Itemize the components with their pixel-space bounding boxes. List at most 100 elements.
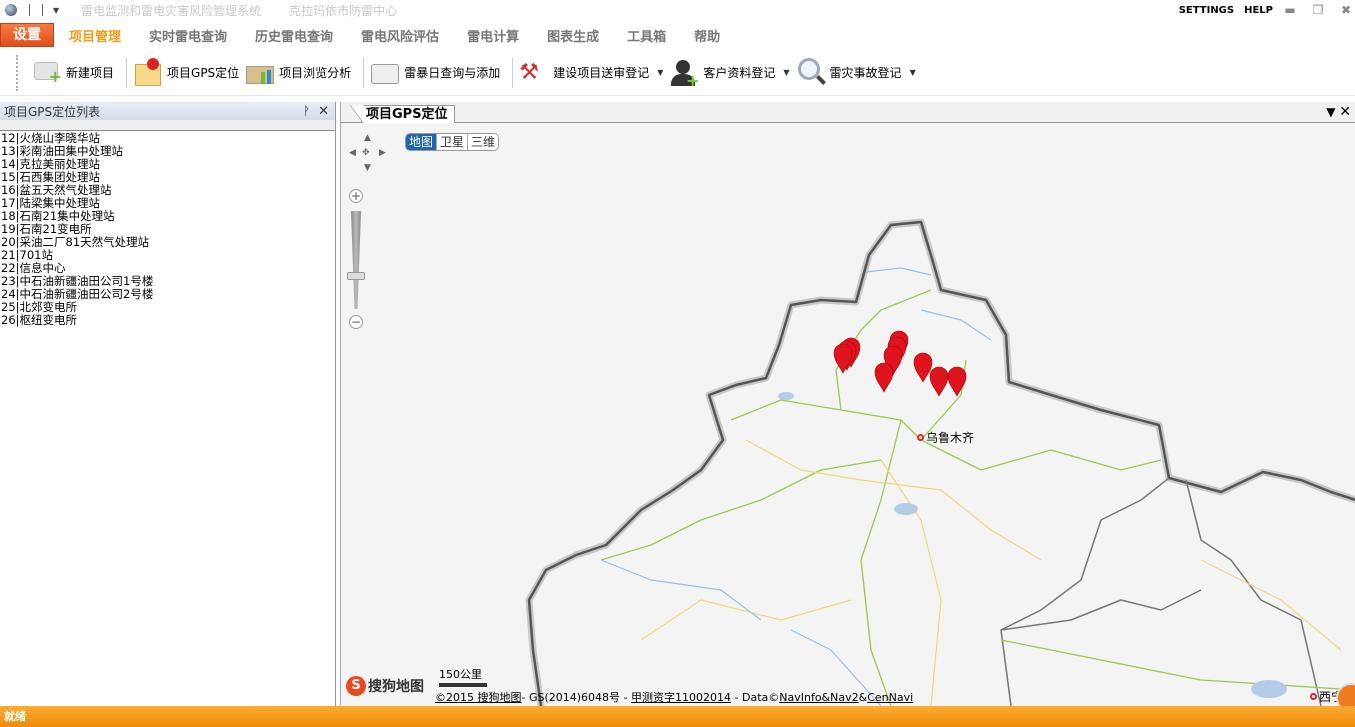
divider bbox=[42, 4, 43, 16]
pan-right-icon[interactable]: ▶ bbox=[379, 148, 386, 158]
folder-chart-icon bbox=[245, 58, 275, 88]
menu-help[interactable]: 帮助 bbox=[694, 26, 720, 45]
magnifier-chart-icon bbox=[796, 57, 826, 88]
user-add-icon: + bbox=[669, 58, 699, 90]
map-type-switcher: 地图 卫星 三维 bbox=[405, 133, 500, 151]
menu-realtime-lightning[interactable]: 实时雷电查询 bbox=[149, 26, 227, 45]
pan-left-icon[interactable]: ◀ bbox=[349, 148, 356, 158]
menu-risk-assessment[interactable]: 雷电风险评估 bbox=[361, 26, 439, 45]
map-view[interactable]: ▲ ◀ ✥ ▶ ▼ 地图 卫星 三维 + − 乌鲁木齐 西宁 S 搜狗地图 150… bbox=[341, 123, 1355, 706]
app-title: 雷电监测和雷电灾害风险管理系统 bbox=[81, 3, 262, 18]
tab-gps-locate[interactable]: 项目GPS定位 bbox=[350, 105, 455, 124]
sogou-logo-icon: S bbox=[346, 676, 366, 696]
thunderstorm-day-button[interactable]: 雷暴日查询与添加 bbox=[370, 53, 500, 93]
tab-list-dropdown-icon[interactable]: ▼ bbox=[1326, 105, 1335, 119]
project-marker-icon[interactable] bbox=[913, 352, 933, 383]
menu-chart-generation[interactable]: 图表生成 bbox=[547, 26, 599, 45]
org-title: 克拉玛依市防雷中心 bbox=[289, 3, 398, 18]
project-marker-icon[interactable] bbox=[929, 366, 949, 397]
map-panel: 项目GPS定位 ▼ ✕ ▲ ◀ ✥ ▶ ▼ 地图 卫星 三维 + − 乌鲁木齐 … bbox=[340, 102, 1355, 706]
app-logo-icon[interactable] bbox=[5, 4, 17, 16]
dropdown-arrow-icon[interactable]: ▼ bbox=[657, 68, 663, 77]
menu-lightning-calc[interactable]: 雷电计算 bbox=[467, 26, 519, 45]
city-label-urumqi[interactable]: 乌鲁木齐 bbox=[917, 429, 974, 446]
map-navigation-control: ▲ ◀ ✥ ▶ ▼ 地图 卫星 三维 + − bbox=[343, 127, 523, 329]
project-marker-icon[interactable] bbox=[947, 366, 967, 397]
river bbox=[600, 267, 992, 706]
tab-bar: 项目GPS定位 ▼ ✕ bbox=[341, 102, 1355, 124]
divider bbox=[512, 57, 514, 88]
dropdown-arrow-icon[interactable]: ▼ bbox=[783, 68, 789, 77]
map-type-map[interactable]: 地图 bbox=[406, 134, 437, 150]
customer-info-button[interactable]: + 客户资料登记 ▼ bbox=[669, 53, 790, 93]
menu-toolbox[interactable]: 工具箱 bbox=[627, 26, 666, 45]
project-review-button[interactable]: ⚒ 建设项目送审登记 ▼ bbox=[519, 53, 663, 93]
new-comment-icon: + bbox=[32, 58, 62, 88]
dropdown-arrow-icon[interactable]: ▼ bbox=[910, 68, 916, 77]
city-marker-icon bbox=[1310, 693, 1317, 700]
copyright-text: - Data© bbox=[731, 691, 780, 704]
road bbox=[640, 439, 1342, 706]
copyright-text: - GS(2014)6048号 - bbox=[521, 691, 632, 704]
zoom-slider-thumb[interactable] bbox=[347, 272, 365, 280]
city-marker-icon bbox=[917, 434, 924, 441]
zoom-slider-track[interactable] bbox=[351, 211, 361, 309]
project-marker-icon[interactable] bbox=[874, 362, 894, 393]
newspaper-icon bbox=[370, 58, 400, 88]
copyright-link[interactable]: ©2015 搜狗地图 bbox=[435, 691, 522, 704]
sogou-map-logo[interactable]: S 搜狗地图 bbox=[346, 676, 424, 696]
copyright-text: & bbox=[858, 691, 868, 704]
restore-icon[interactable]: ❐ bbox=[1311, 4, 1325, 16]
quick-access-dropdown-icon[interactable]: ▼ bbox=[53, 6, 59, 15]
menu-project-management[interactable]: 项目管理 bbox=[69, 26, 121, 45]
minimize-icon[interactable]: ▬ bbox=[1283, 4, 1297, 16]
divider bbox=[363, 57, 365, 88]
toolbar-grip[interactable] bbox=[16, 54, 18, 91]
road bbox=[600, 289, 1355, 706]
map-type-satellite[interactable]: 卫星 bbox=[436, 134, 467, 150]
toolbar: + 新建项目 项目GPS定位 项目浏览分析 雷暴日查询与添加 ⚒ 建设项目送审登… bbox=[0, 50, 1355, 96]
project-list: 12|火烧山李晓华站 13|彩南油田集中处理站 14|克拉美丽处理站 15|石西集团处… bbox=[0, 131, 335, 327]
scale-bar-line bbox=[439, 683, 487, 687]
pan-down-icon[interactable]: ▼ bbox=[364, 163, 371, 173]
help-link[interactable]: HELP bbox=[1244, 5, 1273, 16]
panel-header: 项目GPS定位列表 ᚹ ✕ bbox=[0, 102, 335, 120]
pan-up-icon[interactable]: ▲ bbox=[364, 133, 371, 143]
close-tab-icon[interactable]: ✕ bbox=[1339, 104, 1351, 120]
project-browse-button[interactable]: 项目浏览分析 bbox=[245, 53, 351, 93]
pan-center-icon[interactable]: ✥ bbox=[362, 148, 370, 158]
panel-strip bbox=[0, 120, 335, 131]
project-list-item[interactable]: 26|枢纽变电所 bbox=[1, 314, 335, 327]
gps-list-panel: 项目GPS定位列表 ᚹ ✕ 12|火烧山李晓华站 13|彩南油田集中处理站 14|克… bbox=[0, 102, 336, 706]
menu-bar: 设置 项目管理 实时雷电查询 历史雷电查询 雷电风险评估 雷电计算 图表生成 工… bbox=[0, 22, 1355, 48]
lake bbox=[1251, 680, 1287, 698]
cennavi-link[interactable]: CenNavi bbox=[867, 691, 913, 704]
border-line bbox=[527, 220, 1355, 706]
zoom-in-button[interactable]: + bbox=[349, 189, 363, 203]
pan-control[interactable]: ▲ ◀ ✥ ▶ ▼ bbox=[347, 131, 387, 173]
status-bar: 就绪 bbox=[0, 706, 1355, 727]
close-icon[interactable]: ✖ bbox=[1339, 4, 1353, 16]
tools-icon: ⚒ bbox=[519, 59, 539, 85]
pin-icon[interactable]: ᚹ bbox=[303, 104, 310, 118]
divider bbox=[126, 57, 128, 88]
zoom-out-button[interactable]: − bbox=[349, 315, 363, 329]
gps-locate-button[interactable]: 项目GPS定位 bbox=[133, 53, 239, 93]
title-bar: ▼ 雷电监测和雷电灾害风险管理系统 克拉玛依市防雷中心 SETTINGS HEL… bbox=[0, 0, 1355, 20]
border-line bbox=[525, 218, 1355, 706]
lake bbox=[894, 503, 918, 515]
map-copyright: ©2015 搜狗地图- GS(2014)6048号 - 甲测资字11002014… bbox=[435, 689, 913, 705]
new-project-button[interactable]: + 新建项目 bbox=[32, 53, 114, 93]
settings-link[interactable]: SETTINGS bbox=[1179, 5, 1234, 16]
scale-bar: 150公里 bbox=[439, 666, 487, 687]
lake bbox=[778, 392, 794, 400]
close-icon[interactable]: ✕ bbox=[318, 104, 329, 119]
menu-history-lightning[interactable]: 历史雷电查询 bbox=[255, 26, 333, 45]
settings-button[interactable]: 设置 bbox=[0, 23, 54, 47]
map-type-3d[interactable]: 三维 bbox=[467, 134, 498, 150]
divider bbox=[29, 4, 30, 16]
navinfo-link[interactable]: NavInfo&Nav2 bbox=[779, 691, 858, 704]
accident-register-button[interactable]: 雷灾事故登记 ▼ bbox=[796, 53, 916, 93]
license-link[interactable]: 甲测资字11002014 bbox=[631, 691, 731, 704]
panel-title: 项目GPS定位列表 bbox=[4, 104, 101, 119]
